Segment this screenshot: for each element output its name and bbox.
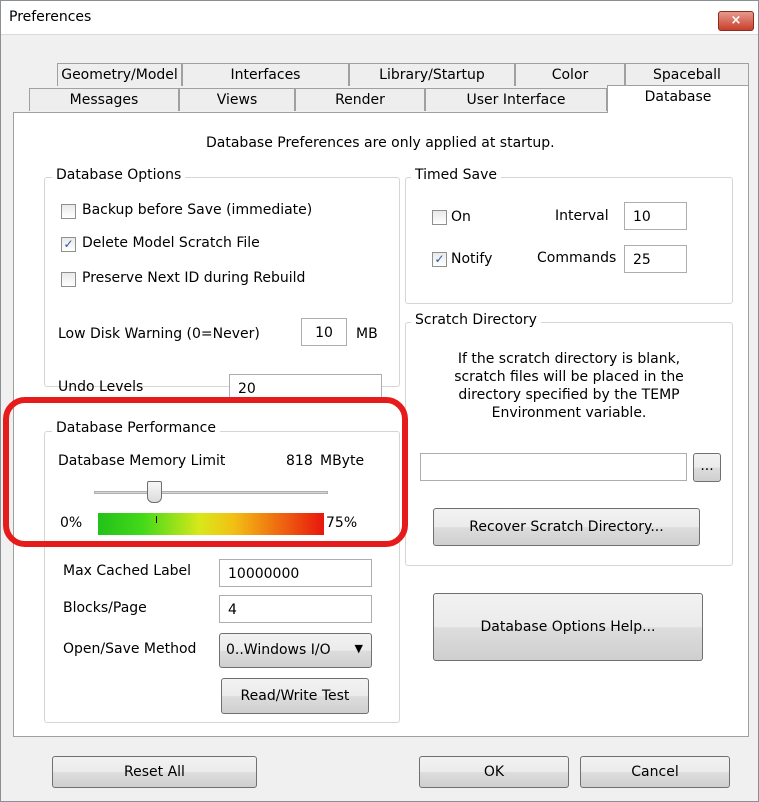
tab-geometry-model[interactable]: Geometry/Model <box>57 63 182 86</box>
undo-levels-label: Undo Levels <box>58 379 144 395</box>
blocks-page-input[interactable]: 4 <box>219 595 372 623</box>
timed-save-title: Timed Save <box>411 167 501 183</box>
notify-checkbox[interactable]: ✓ <box>432 252 447 267</box>
low-disk-label: Low Disk Warning (0=Never) <box>58 326 260 342</box>
scratch-description: If the scratch directory is blank, scrat… <box>412 350 726 422</box>
memory-slider-thumb[interactable] <box>147 481 163 503</box>
database-panel: Database Preferences are only applied at… <box>13 112 749 737</box>
memory-gradient-bar <box>98 513 324 535</box>
commands-input[interactable]: 25 <box>624 245 687 273</box>
backup-checkbox[interactable] <box>61 204 76 219</box>
database-options-title: Database Options <box>52 167 186 183</box>
open-save-select[interactable]: 0..Windows I/O ▼ <box>219 633 372 668</box>
reset-all-button[interactable]: Reset All <box>52 756 257 788</box>
commands-label: Commands <box>537 250 617 266</box>
preserve-id-checkbox[interactable] <box>61 272 76 287</box>
scratch-description-line-4: Environment variable. <box>491 405 647 421</box>
database-performance-title: Database Performance <box>52 420 220 436</box>
tab-messages[interactable]: Messages <box>29 88 179 111</box>
timed-save-group <box>405 177 733 304</box>
memory-gradient-marker <box>156 516 157 523</box>
timed-save-on-checkbox[interactable] <box>432 210 447 225</box>
read-write-test-button[interactable]: Read/Write Test <box>221 678 369 714</box>
close-button[interactable]: × <box>718 11 754 31</box>
title-bar: Preferences × <box>1 1 758 35</box>
scratch-directory-title: Scratch Directory <box>411 312 541 328</box>
delete-scratch-checkbox[interactable]: ✓ <box>61 237 76 252</box>
interval-input[interactable]: 10 <box>624 202 687 230</box>
tab-color[interactable]: Color <box>515 63 625 86</box>
tab-views[interactable]: Views <box>179 88 295 111</box>
close-icon: × <box>730 13 742 28</box>
low-disk-unit: MB <box>356 326 378 342</box>
tab-library-startup[interactable]: Library/Startup <box>349 63 515 86</box>
ok-button[interactable]: OK <box>419 756 569 788</box>
backup-label: Backup before Save (immediate) <box>82 202 313 218</box>
scratch-description-line-1: If the scratch directory is blank, <box>457 351 681 367</box>
startup-note: Database Preferences are only applied at… <box>206 135 555 151</box>
notify-check-icon: ✓ <box>434 252 445 266</box>
gradient-min-label: 0% <box>60 515 83 531</box>
gradient-max-label: 75% <box>326 515 358 531</box>
window-title: Preferences <box>9 9 92 25</box>
low-disk-input[interactable]: 10 <box>301 318 347 346</box>
max-cached-label: Max Cached Label <box>63 563 192 579</box>
tab-spaceball[interactable]: Spaceball <box>625 63 749 86</box>
interval-label: Interval <box>555 208 609 224</box>
delete-scratch-label: Delete Model Scratch File <box>82 235 260 251</box>
browse-button[interactable]: ... <box>693 453 721 482</box>
dialog-footer: Reset All OK Cancel <box>1 738 758 801</box>
scratch-path-input[interactable] <box>420 453 687 481</box>
preserve-id-label: Preserve Next ID during Rebuild <box>82 270 306 286</box>
chevron-down-icon: ▼ <box>354 642 363 655</box>
memory-limit-unit: MByte <box>320 453 365 469</box>
preferences-window: Preferences × Geometry/Model Interfaces … <box>0 0 759 802</box>
open-save-label: Open/Save Method <box>63 641 197 657</box>
scratch-description-line-3: directory specified by the TEMP <box>458 387 680 403</box>
delete-scratch-check-icon: ✓ <box>63 237 74 251</box>
undo-levels-input[interactable]: 20 <box>229 374 382 402</box>
notify-label: Notify <box>451 251 493 267</box>
memory-slider-track[interactable] <box>94 491 328 494</box>
tab-interfaces[interactable]: Interfaces <box>182 63 349 86</box>
tab-database[interactable]: Database <box>607 85 749 113</box>
memory-limit-value: 818 <box>286 453 313 469</box>
tab-render[interactable]: Render <box>295 88 425 111</box>
cancel-button[interactable]: Cancel <box>580 756 730 788</box>
recover-scratch-button[interactable]: Recover Scratch Directory... <box>433 508 700 546</box>
memory-limit-label: Database Memory Limit <box>58 453 226 469</box>
database-options-help-button[interactable]: Database Options Help... <box>433 593 703 661</box>
tab-user-interface[interactable]: User Interface <box>425 88 607 111</box>
timed-save-on-label: On <box>451 209 471 225</box>
max-cached-input[interactable]: 10000000 <box>219 559 372 587</box>
scratch-description-line-2: scratch files will be placed in the <box>454 369 684 385</box>
open-save-value: 0..Windows I/O <box>226 642 331 658</box>
blocks-page-label: Blocks/Page <box>63 600 147 616</box>
